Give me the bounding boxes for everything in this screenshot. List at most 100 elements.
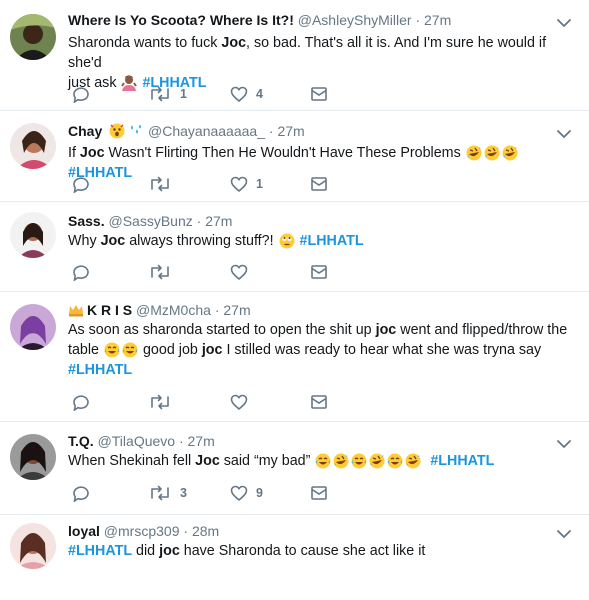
tweet[interactable]: loyal @mrscp309 · 28m #LHHATL did joc ha… bbox=[0, 515, 589, 600]
direct-message-button[interactable] bbox=[310, 483, 328, 503]
timestamp[interactable]: 27m bbox=[277, 123, 304, 139]
hashtag-link[interactable]: #LHHATL bbox=[68, 543, 132, 559]
tweet-header: K R I S @MzM0cha · 27m bbox=[68, 301, 251, 319]
display-name[interactable]: Sass. bbox=[68, 213, 105, 229]
timestamp[interactable]: 27m bbox=[223, 302, 250, 318]
avatar-image bbox=[10, 123, 56, 169]
direct-message-icon bbox=[311, 395, 327, 409]
chevron-down-icon[interactable] bbox=[557, 129, 571, 139]
display-name[interactable]: T.Q. bbox=[68, 433, 94, 449]
avatar[interactable] bbox=[10, 212, 56, 258]
like-button[interactable] bbox=[230, 392, 256, 412]
retweet-button[interactable] bbox=[148, 392, 180, 412]
hashtag-link[interactable]: #LHHATL bbox=[68, 362, 132, 378]
timestamp[interactable]: 27m bbox=[205, 213, 232, 229]
like-button[interactable]: 4 bbox=[230, 84, 263, 104]
retweet-icon bbox=[151, 264, 169, 280]
separator-dot: · bbox=[183, 523, 189, 539]
direct-message-button[interactable] bbox=[310, 174, 328, 194]
like-icon bbox=[230, 176, 248, 192]
tweet[interactable]: Sass. @SassyBunz · 27m Why Joc always th… bbox=[0, 202, 589, 292]
tweet-actions: 1 4 bbox=[72, 84, 342, 104]
retweet-button[interactable] bbox=[148, 262, 180, 282]
tweet[interactable]: Where Is Yo Scoota? Where Is It?! @Ashle… bbox=[0, 0, 589, 111]
joy-emoji-icon bbox=[122, 342, 138, 358]
user-handle[interactable]: @Chayanaaaaaa_ bbox=[148, 123, 265, 139]
chevron-down-icon[interactable] bbox=[557, 529, 571, 539]
text-segment: Wasn't Flirting Then He Wouldn't Have Th… bbox=[104, 145, 461, 161]
chevron-down-icon[interactable] bbox=[557, 439, 571, 449]
reply-button[interactable] bbox=[72, 262, 98, 282]
user-handle[interactable]: @SassyBunz bbox=[108, 213, 192, 229]
text-segment: said “my bad” bbox=[219, 453, 311, 469]
sweat-droplets-emoji-icon bbox=[131, 124, 142, 134]
reply-button[interactable] bbox=[72, 84, 98, 104]
reply-icon bbox=[73, 177, 89, 193]
like-button[interactable] bbox=[230, 262, 256, 282]
avatar[interactable] bbox=[10, 123, 56, 169]
like-button[interactable]: 1 bbox=[230, 174, 263, 194]
avatar-image bbox=[10, 14, 56, 60]
retweet-icon bbox=[151, 86, 169, 102]
separator-dot: · bbox=[178, 433, 184, 449]
reply-button[interactable] bbox=[72, 174, 98, 194]
reply-button[interactable] bbox=[72, 483, 98, 503]
like-icon bbox=[230, 394, 248, 410]
timestamp[interactable]: 27m bbox=[424, 12, 451, 28]
hashtag-link[interactable]: #LHHATL bbox=[300, 233, 364, 249]
text-highlight: joc bbox=[159, 543, 180, 559]
display-name[interactable]: K R I S bbox=[87, 302, 132, 318]
direct-message-icon bbox=[311, 177, 327, 191]
retweet-count: 3 bbox=[180, 486, 187, 500]
tweet-header: T.Q. @TilaQuevo · 27m bbox=[68, 432, 215, 450]
display-name[interactable]: loyal bbox=[68, 523, 100, 539]
rofl-emoji-icon bbox=[465, 145, 482, 161]
text-highlight: Joc bbox=[195, 453, 220, 469]
direct-message-button[interactable] bbox=[310, 262, 328, 282]
crown-emoji-icon bbox=[69, 305, 83, 317]
tweet-feed: Where Is Yo Scoota? Where Is It?! @Ashle… bbox=[0, 0, 589, 600]
display-name[interactable]: Chay bbox=[68, 123, 102, 139]
avatar[interactable] bbox=[10, 434, 56, 480]
tweet[interactable]: Chay @Chayanaaaaaa_ · 27m If Joc Wasn't … bbox=[0, 111, 589, 202]
retweet-button[interactable] bbox=[148, 174, 180, 194]
avatar[interactable] bbox=[10, 14, 56, 60]
text-highlight: Joc bbox=[100, 233, 126, 249]
retweet-button[interactable]: 3 bbox=[148, 483, 187, 503]
like-icon bbox=[230, 86, 248, 102]
tweet-actions bbox=[72, 262, 342, 282]
tweet[interactable]: T.Q. @TilaQuevo · 27m When Shekinah fell… bbox=[0, 422, 589, 515]
tweet[interactable]: K R I S @MzM0cha · 27m As soon as sharon… bbox=[0, 292, 589, 422]
user-handle[interactable]: @mrscp309 bbox=[104, 523, 180, 539]
tweet-actions: 3 9 bbox=[72, 483, 342, 503]
shocked-emoji-icon bbox=[109, 123, 126, 139]
joy-emoji-icon bbox=[351, 453, 368, 469]
tweet-header: Sass. @SassyBunz · 27m bbox=[68, 212, 232, 230]
reply-icon bbox=[73, 486, 89, 502]
like-count: 4 bbox=[256, 87, 263, 101]
timestamp[interactable]: 27m bbox=[188, 433, 215, 449]
tweet-text: Why Joc always throwing stuff?! #LHHATL bbox=[68, 231, 573, 251]
direct-message-button[interactable] bbox=[310, 84, 328, 104]
reply-button[interactable] bbox=[72, 392, 98, 412]
chevron-down-icon[interactable] bbox=[557, 18, 571, 28]
joy-emoji-icon bbox=[104, 342, 120, 358]
joy-emoji-icon bbox=[315, 453, 332, 469]
like-icon bbox=[230, 485, 248, 501]
retweet-button[interactable]: 1 bbox=[148, 84, 187, 104]
hashtag-link[interactable]: #LHHATL bbox=[430, 453, 494, 469]
user-handle[interactable]: @TilaQuevo bbox=[98, 433, 176, 449]
display-name[interactable]: Where Is Yo Scoota? Where Is It?! bbox=[68, 12, 294, 28]
user-handle[interactable]: @MzM0cha bbox=[136, 302, 211, 318]
user-handle[interactable]: @AshleyShyMiller bbox=[298, 12, 412, 28]
direct-message-button[interactable] bbox=[310, 392, 328, 412]
text-segment: When Shekinah fell bbox=[68, 453, 196, 469]
retweet-icon bbox=[151, 176, 169, 192]
avatar-image bbox=[10, 523, 56, 569]
timestamp[interactable]: 28m bbox=[192, 523, 219, 539]
avatar[interactable] bbox=[10, 304, 56, 350]
like-button[interactable]: 9 bbox=[230, 483, 263, 503]
separator-dot: · bbox=[268, 123, 274, 139]
like-icon bbox=[230, 264, 248, 280]
avatar[interactable] bbox=[10, 523, 56, 569]
